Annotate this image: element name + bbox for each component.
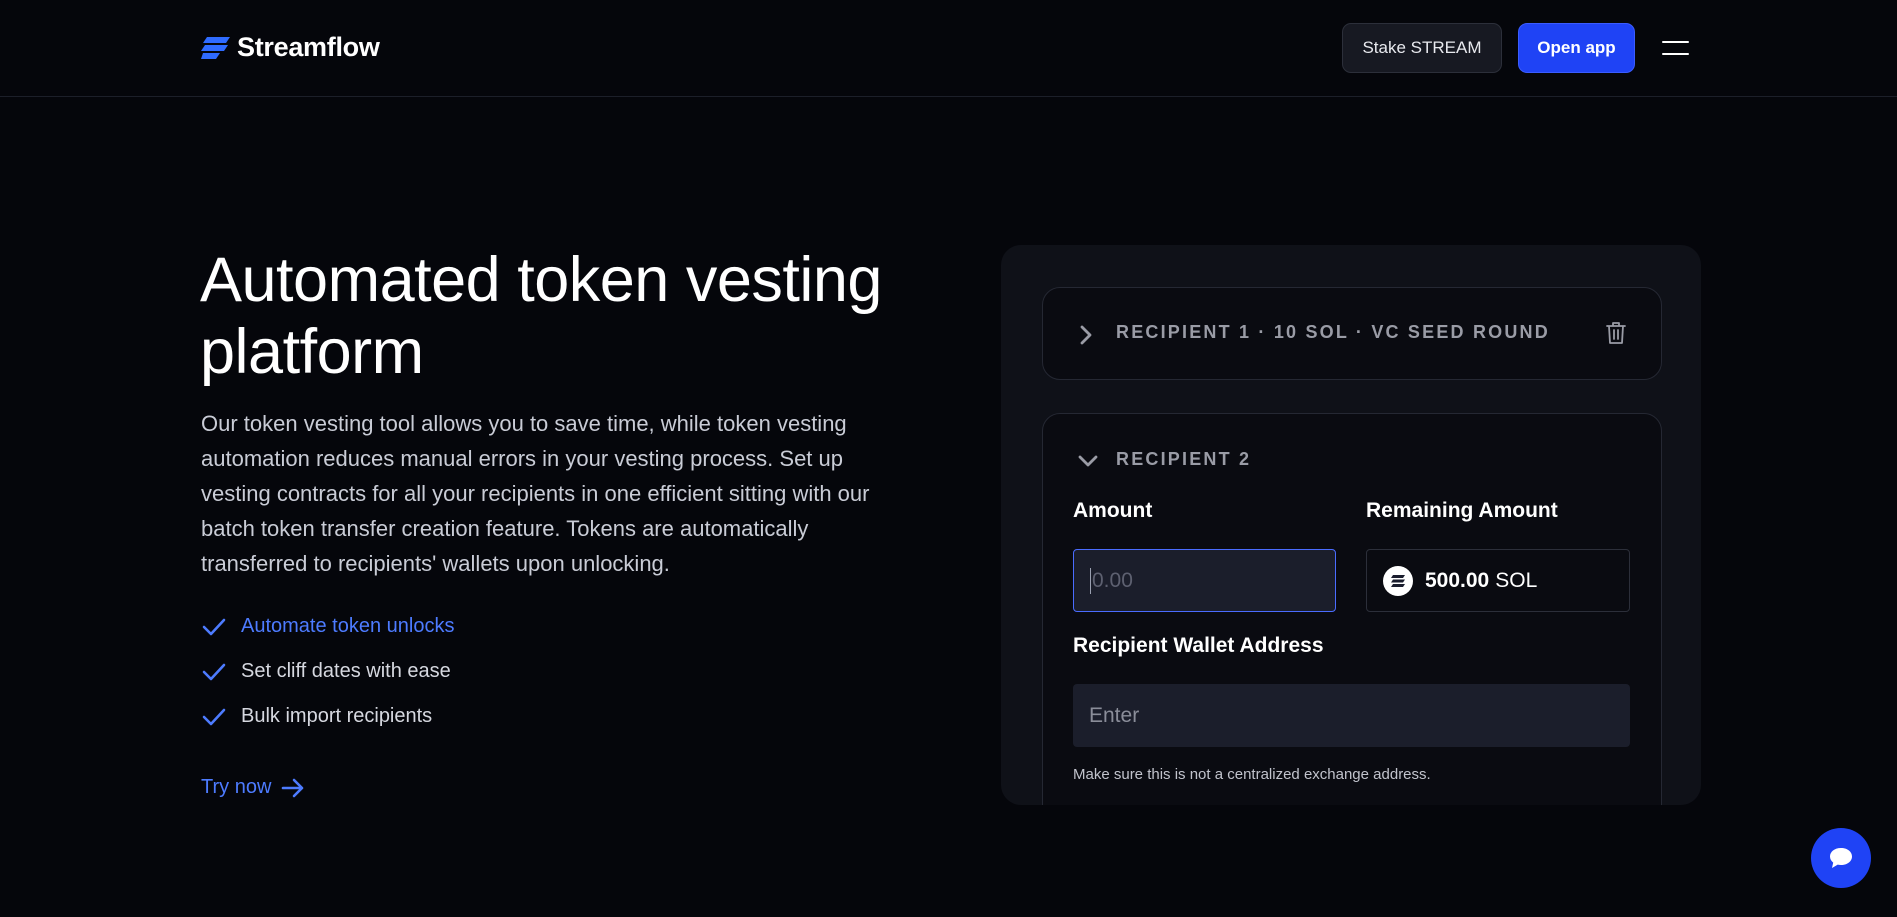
amount-input[interactable]: 0.00 — [1073, 549, 1336, 612]
try-now-label: Try now — [201, 776, 272, 798]
hero-description: Our token vesting tool allows you to sav… — [201, 411, 870, 576]
feature-item[interactable]: Automate token unlocks — [201, 604, 454, 649]
recipient-1-row[interactable]: RECIPIENT 1 · 10 SOL · VC SEED ROUND — [1042, 287, 1662, 380]
feature-item[interactable]: Bulk import recipients — [201, 694, 454, 739]
vesting-form-card: RECIPIENT 1 · 10 SOL · VC SEED ROUND REC… — [1001, 245, 1701, 805]
feature-label: Set cliff dates with ease — [241, 660, 451, 682]
recipient-1-label: RECIPIENT 1 · 10 SOL · VC SEED ROUND — [1116, 322, 1550, 342]
feature-list: Automate token unlocks Set cliff dates w… — [201, 604, 454, 739]
hero-title: Automated token vesting platform — [200, 245, 882, 387]
streamflow-logo-icon — [201, 36, 230, 59]
wallet-address-input[interactable]: Enter — [1073, 684, 1630, 747]
chat-support-button[interactable] — [1811, 828, 1871, 888]
arrow-right-icon — [282, 778, 304, 797]
checkmark-icon — [202, 708, 226, 725]
remaining-amount-label: Remaining Amount — [1366, 499, 1558, 522]
feature-label: Automate token unlocks — [241, 615, 455, 637]
top-navbar: Streamflow Stake STREAM Open app — [0, 0, 1897, 97]
amount-label: Amount — [1073, 499, 1153, 522]
solana-icon — [1383, 565, 1413, 596]
remaining-amount-unit: SOL — [1495, 568, 1538, 592]
feature-item[interactable]: Set cliff dates with ease — [201, 649, 454, 694]
remaining-amount-display: 500.00 SOL — [1366, 549, 1630, 612]
feature-label: Bulk import recipients — [241, 705, 433, 727]
wallet-address-label: Recipient Wallet Address — [1073, 634, 1324, 657]
checkmark-icon — [202, 663, 226, 680]
trash-icon[interactable] — [1606, 321, 1626, 345]
hamburger-menu-icon[interactable] — [1662, 38, 1689, 58]
page: Streamflow Stake STREAM Open app Automat… — [0, 0, 1897, 917]
checkmark-icon — [202, 618, 226, 635]
amount-placeholder: 0.00 — [1092, 568, 1133, 592]
recipient-2-panel: RECIPIENT 2 Amount 0.00 Remaining Amount… — [1042, 413, 1662, 805]
remaining-amount-value: 500.00 — [1425, 568, 1490, 592]
text-caret — [1090, 567, 1091, 594]
brand-name: Streamflow — [237, 32, 380, 62]
wallet-address-hint: Make sure this is not a centralized exch… — [1073, 766, 1431, 783]
stake-stream-button[interactable]: Stake STREAM — [1342, 23, 1502, 73]
chevron-right-icon[interactable] — [1079, 324, 1093, 346]
open-app-button[interactable]: Open app — [1518, 23, 1635, 73]
try-now-link[interactable]: Try now — [201, 776, 305, 799]
brand-logo[interactable]: Streamflow — [201, 32, 380, 63]
chat-bubble-icon — [1830, 848, 1852, 868]
wallet-address-placeholder: Enter — [1089, 703, 1140, 727]
recipient-2-label: RECIPIENT 2 — [1116, 449, 1252, 469]
chevron-down-icon[interactable] — [1077, 454, 1099, 468]
